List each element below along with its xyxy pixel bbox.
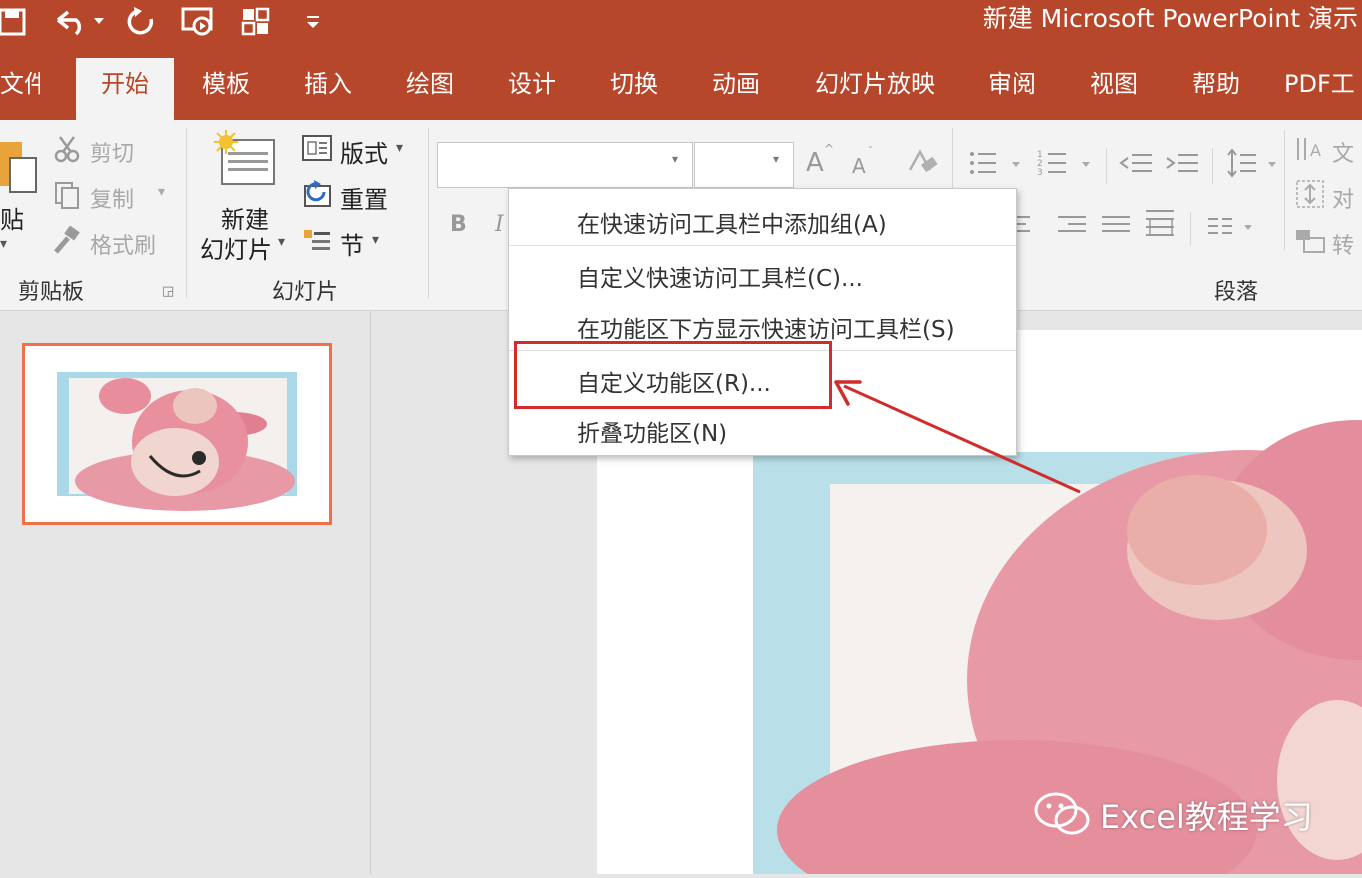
new-slide-label-line2[interactable]: 幻灯片 bbox=[200, 230, 272, 265]
tab-draw[interactable]: 绘图 bbox=[394, 58, 466, 120]
font-name-combobox[interactable] bbox=[437, 142, 693, 188]
tab-insert[interactable]: 插入 bbox=[292, 58, 364, 120]
distributed-icon[interactable] bbox=[1144, 208, 1178, 244]
divider bbox=[1284, 130, 1285, 250]
font-name-dropdown-icon[interactable]: ▾ bbox=[672, 152, 678, 166]
undo-icon[interactable] bbox=[52, 4, 112, 38]
clipboard-group-label: 剪贴板 bbox=[18, 280, 85, 305]
section-dropdown-icon[interactable]: ▾ bbox=[372, 232, 379, 248]
slides-group-label: 幻灯片 bbox=[272, 280, 339, 305]
tab-design[interactable]: 设计 bbox=[496, 58, 568, 120]
columns-icon[interactable] bbox=[1206, 212, 1256, 246]
svg-text:A: A bbox=[1310, 141, 1321, 160]
cut-icon[interactable] bbox=[52, 134, 82, 168]
new-slide-dropdown-icon[interactable]: ▾ bbox=[278, 234, 285, 250]
divider bbox=[1212, 148, 1213, 184]
bullets-icon[interactable] bbox=[966, 146, 1026, 184]
increase-indent-icon[interactable] bbox=[1164, 146, 1200, 184]
slide-thumbnail-image bbox=[57, 372, 297, 511]
slideshow-from-start-icon[interactable] bbox=[180, 4, 220, 38]
watermark-text: Excel教程学习 bbox=[1100, 798, 1313, 836]
section-icon[interactable] bbox=[302, 226, 332, 258]
bold-button[interactable]: B bbox=[450, 212, 467, 237]
decrease-indent-icon[interactable] bbox=[1118, 146, 1154, 184]
italic-button[interactable]: I bbox=[495, 212, 504, 237]
reset-button[interactable]: 重置 bbox=[340, 180, 388, 215]
slide-thumbnail-1[interactable] bbox=[22, 343, 332, 525]
cut-button[interactable]: 剪切 bbox=[90, 136, 134, 168]
annotation-arrow-icon bbox=[834, 380, 1081, 494]
align-center-icon[interactable] bbox=[1016, 212, 1046, 242]
group-divider bbox=[186, 128, 187, 298]
layout-icon[interactable] bbox=[302, 134, 332, 166]
layout-button[interactable]: 版式 bbox=[340, 134, 388, 169]
tab-templates[interactable]: 模板 bbox=[190, 58, 262, 120]
numbering-icon[interactable]: 123 bbox=[1036, 146, 1096, 184]
reset-icon[interactable] bbox=[302, 180, 332, 212]
menu-item-collapse-ribbon[interactable]: 折叠功能区(N) bbox=[577, 414, 727, 448]
format-painter-icon[interactable] bbox=[52, 225, 82, 260]
font-size-dropdown-icon[interactable]: ▾ bbox=[773, 152, 779, 166]
app-title: 新建 Microsoft PowerPoint 演示 bbox=[982, 4, 1358, 33]
divider bbox=[1106, 148, 1107, 184]
convert-to-smartart-button[interactable]: 转 bbox=[1332, 228, 1354, 260]
svg-text:3: 3 bbox=[1037, 168, 1043, 178]
layout-dropdown-icon[interactable]: ▾ bbox=[396, 140, 403, 156]
tab-slideshow[interactable]: 幻灯片放映 bbox=[800, 58, 950, 120]
group-divider bbox=[428, 128, 429, 298]
paragraph-group-label: 段落 bbox=[1214, 280, 1259, 305]
align-text-icon[interactable] bbox=[1294, 178, 1330, 214]
clear-formatting-icon[interactable] bbox=[904, 146, 940, 184]
copy-button[interactable]: 复制 bbox=[90, 182, 134, 214]
redo-icon[interactable] bbox=[124, 4, 158, 38]
text-direction-button[interactable]: 文 bbox=[1332, 136, 1354, 168]
align-right-icon[interactable] bbox=[1058, 212, 1088, 242]
grow-font-button[interactable]: A bbox=[806, 148, 824, 178]
tab-view[interactable]: 视图 bbox=[1078, 58, 1150, 120]
tab-transitions[interactable]: 切换 bbox=[598, 58, 670, 120]
menu-item-add-group-to-qat[interactable]: 在快速访问工具栏中添加组(A) bbox=[577, 205, 887, 239]
justify-icon[interactable] bbox=[1102, 212, 1132, 242]
grow-font-caret-icon: ^ bbox=[824, 142, 835, 156]
align-text-button[interactable]: 对 bbox=[1332, 182, 1354, 214]
shrink-font-button[interactable]: A bbox=[852, 154, 866, 178]
convert-to-smartart-icon[interactable] bbox=[1294, 224, 1330, 260]
copy-icon[interactable] bbox=[52, 180, 82, 214]
menu-item-show-qat-below-ribbon[interactable]: 在功能区下方显示快速访问工具栏(S) bbox=[577, 310, 955, 344]
highlight-box bbox=[514, 341, 832, 409]
menu-separator bbox=[509, 245, 1016, 246]
paste-button-label[interactable]: 贴 bbox=[0, 200, 24, 235]
text-direction-icon[interactable]: A bbox=[1294, 134, 1330, 168]
new-slide-icon[interactable] bbox=[212, 130, 278, 194]
copy-dropdown-icon[interactable]: ▾ bbox=[158, 184, 165, 200]
tab-pdf-tools[interactable]: PDF工 bbox=[1284, 58, 1362, 120]
tab-file[interactable]: 文件 bbox=[0, 58, 40, 120]
clipboard-launcher-icon[interactable]: ◲ bbox=[162, 284, 174, 299]
format-painter-button[interactable]: 格式刷 bbox=[90, 228, 156, 260]
section-button[interactable]: 节 bbox=[340, 226, 364, 261]
save-icon[interactable] bbox=[0, 4, 30, 38]
divider bbox=[1190, 212, 1191, 246]
customize-qat-dropdown-icon[interactable] bbox=[304, 4, 324, 38]
tab-review[interactable]: 审阅 bbox=[976, 58, 1048, 120]
paste-dropdown-icon[interactable]: ▾ bbox=[0, 236, 7, 252]
tab-home[interactable]: 开始 bbox=[76, 58, 174, 120]
menu-item-customize-qat[interactable]: 自定义快速访问工具栏(C)... bbox=[577, 259, 863, 293]
paste-icon[interactable] bbox=[0, 136, 40, 200]
tab-animations[interactable]: 动画 bbox=[700, 58, 772, 120]
layout-icon[interactable] bbox=[240, 4, 274, 38]
shrink-font-caret-icon: ˇ bbox=[868, 146, 873, 157]
wechat-icon bbox=[1032, 790, 1094, 842]
line-spacing-icon[interactable] bbox=[1226, 146, 1282, 184]
tab-help[interactable]: 帮助 bbox=[1180, 58, 1252, 120]
